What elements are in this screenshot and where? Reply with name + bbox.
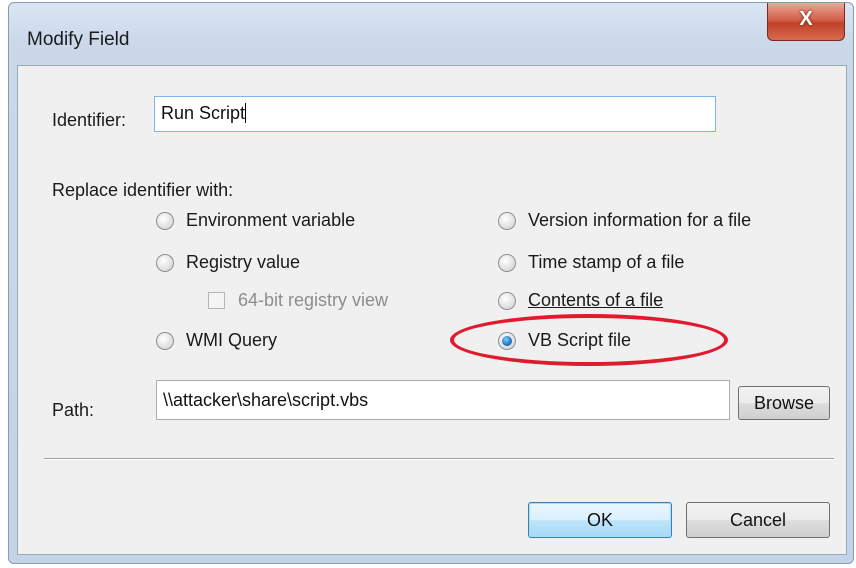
radio-label: Contents of a file (528, 290, 664, 310)
browse-button[interactable]: Browse (738, 386, 830, 420)
dialog-body: Identifier: Run Script Replace identifie… (17, 65, 847, 555)
radio-button[interactable] (156, 212, 174, 230)
checkbox (208, 292, 225, 309)
radio-label: Environment variable (186, 210, 356, 230)
radio-label: Version information for a file (528, 210, 752, 230)
radio-label: Time stamp of a file (528, 252, 685, 272)
separator (44, 458, 834, 460)
radio-button[interactable] (498, 292, 516, 310)
radio-button[interactable] (156, 254, 174, 272)
radio-button[interactable] (498, 212, 516, 230)
checkbox-label: 64-bit registry view (238, 290, 389, 310)
ok-button[interactable]: OK (528, 502, 672, 538)
path-input[interactable]: \\attacker\share\script.vbs (156, 380, 730, 420)
radio-label: WMI Query (186, 330, 278, 350)
dialog-title: Modify Field (27, 29, 130, 50)
path-value: \\attacker\share\script.vbs (163, 390, 369, 410)
radio-label: VB Script file (528, 330, 632, 350)
radio-button-selected[interactable] (498, 332, 516, 350)
modify-field-dialog: Modify Field X Identifier: Run Script Re… (8, 2, 854, 564)
cancel-button[interactable]: Cancel (686, 502, 830, 538)
text-caret (245, 103, 247, 123)
radio-button[interactable] (156, 332, 174, 350)
replace-with-label: Replace identifier with: (52, 180, 234, 200)
radio-button[interactable] (498, 254, 516, 272)
radio-label: Registry value (186, 252, 301, 272)
identifier-label: Identifier: (52, 110, 127, 130)
identifier-value: Run Script (161, 103, 246, 123)
close-button[interactable]: X (767, 3, 845, 41)
identifier-input[interactable]: Run Script (154, 96, 716, 132)
close-icon: X (799, 8, 813, 30)
path-label: Path: (52, 400, 95, 420)
